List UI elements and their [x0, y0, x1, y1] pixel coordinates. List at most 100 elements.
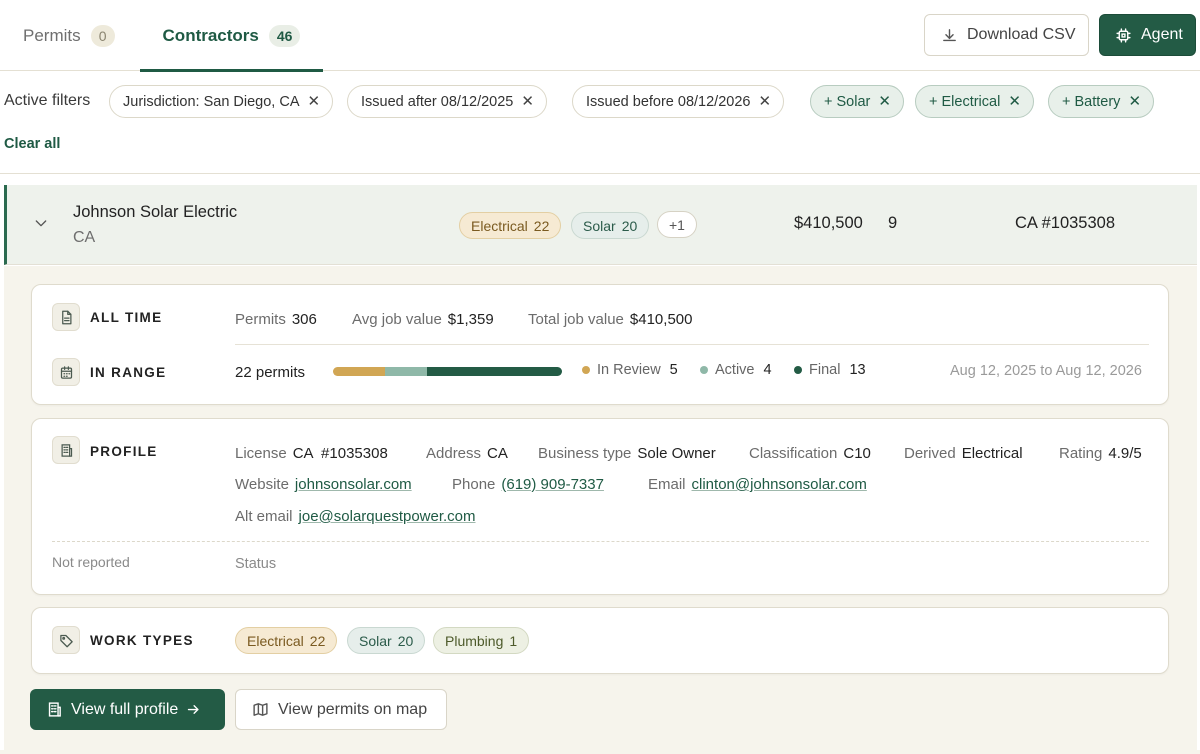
kv-label: Total job value — [528, 311, 624, 328]
kv-label: Permits — [235, 311, 286, 328]
close-icon[interactable]: ✕ — [1128, 94, 1141, 109]
status-dot-icon — [700, 366, 708, 374]
in-range-summary: 22 permits — [235, 364, 305, 381]
legend-label: Active — [715, 362, 755, 378]
top-tab-bar: Permits 0 Contractors 46 Download CSV Ag… — [0, 0, 1200, 72]
document-icon — [52, 303, 80, 331]
tab-contractors[interactable]: Contractors 46 — [140, 0, 323, 72]
arrow-right-icon — [188, 705, 199, 714]
profile-alt-email: Alt email joe@solarquestpower.com — [235, 508, 476, 525]
contractor-state: CA — [73, 229, 96, 246]
chevron-down-icon[interactable] — [33, 215, 49, 231]
tab-permits[interactable]: Permits 0 — [23, 0, 115, 71]
in-range-title: IN RANGE — [90, 365, 167, 380]
profile-derived: Derived Electrical — [904, 445, 1023, 462]
download-csv-button[interactable]: Download CSV — [924, 14, 1089, 56]
kv-value: $410,500 — [629, 311, 693, 328]
clear-all-link[interactable]: Clear all — [4, 136, 60, 152]
close-icon[interactable]: ✕ — [521, 94, 534, 109]
filter-chip-jurisdiction[interactable]: Jurisdiction: San Diego, CA ✕ — [109, 85, 334, 118]
chip-icon — [1116, 27, 1131, 43]
view-permits-on-map-label: View permits on map — [278, 700, 428, 718]
kv-label: License — [235, 445, 287, 462]
filter-chip-label: + Battery — [1062, 93, 1121, 110]
building-icon — [48, 702, 61, 717]
stats-card: ALL TIME Permits 306 Avg job value $1,359 … — [31, 284, 1169, 405]
filter-chip-electrical[interactable]: + Electrical ✕ — [915, 85, 1034, 118]
profile-email: Email clinton@johnsonsolar.com — [648, 476, 867, 493]
filter-chip-issued-after[interactable]: Issued after 08/12/2025 ✕ — [347, 85, 547, 118]
close-icon[interactable]: ✕ — [758, 94, 771, 109]
kv-value: Sole Owner — [637, 445, 716, 462]
status-bar-segment-final — [426, 367, 562, 376]
divider — [235, 344, 1149, 345]
alt-email-link[interactable]: joe@solarquestpower.com — [299, 508, 476, 525]
contractor-name: Johnson Solar Electric — [73, 203, 238, 221]
kv-value: CA — [487, 445, 508, 462]
phone-link[interactable]: (619) 909-7337 — [501, 476, 604, 493]
filter-chip-label: + Solar — [824, 93, 871, 110]
kv-value: C10 — [843, 445, 871, 462]
close-icon[interactable]: ✕ — [1008, 94, 1021, 109]
profile-rating: Rating 4.9/5 — [1059, 445, 1142, 462]
legend-in-review: In Review 5 — [582, 362, 678, 378]
kv-label: Email — [648, 476, 686, 493]
legend-active: Active 4 — [700, 362, 772, 378]
profile-title: PROFILE — [90, 444, 158, 459]
tag-label: Electrical — [247, 632, 304, 649]
tag-label: Solar — [359, 632, 392, 649]
kv-label: Address — [426, 445, 482, 462]
filter-chip-label: Jurisdiction: San Diego, CA — [123, 93, 300, 110]
tab-contractors-count: 46 — [268, 24, 301, 47]
more-tags-badge[interactable]: +1 — [657, 211, 697, 238]
tag-count: 22 — [533, 217, 550, 234]
legend-count: 13 — [849, 362, 866, 378]
kv-label: Avg job value — [352, 311, 442, 328]
view-full-profile-button[interactable]: View full profile — [30, 689, 225, 730]
view-permits-on-map-button[interactable]: View permits on map — [235, 689, 447, 730]
work-type-tag-electrical: Electrical 22 — [459, 212, 562, 239]
tag-label: Electrical — [471, 217, 528, 234]
email-link[interactable]: clinton@johnsonsolar.com — [692, 476, 867, 493]
status-label: Status — [235, 556, 277, 572]
tag-count: 20 — [621, 217, 638, 234]
kv-label: Business type — [538, 445, 632, 462]
website-link[interactable]: johnsonsolar.com — [295, 476, 412, 493]
contractor-row[interactable]: Johnson Solar Electric CA Electrical 22 … — [4, 185, 1197, 265]
filter-chip-label: + Electrical — [929, 93, 1001, 110]
close-icon[interactable]: ✕ — [308, 94, 321, 109]
work-type-tag-plumbing: Plumbing 1 — [433, 627, 530, 654]
status-dot-icon — [794, 366, 802, 374]
divider — [52, 541, 1149, 542]
active-filters-label: Active filters — [4, 92, 91, 109]
tag-count: 1 — [509, 632, 518, 649]
work-type-tag-electrical: Electrical 22 — [235, 627, 338, 654]
contractor-count: 9 — [888, 214, 898, 232]
filter-chip-issued-before[interactable]: Issued before 08/12/2026 ✕ — [572, 85, 785, 118]
legend-count: 4 — [763, 362, 772, 378]
tab-permits-label: Permits — [23, 25, 81, 45]
building-icon — [52, 436, 80, 464]
filter-chip-solar[interactable]: + Solar ✕ — [810, 85, 904, 118]
map-icon — [253, 703, 268, 716]
kv-label: Rating — [1059, 445, 1103, 462]
profile-phone: Phone (619) 909-7337 — [452, 476, 604, 493]
agent-button[interactable]: Agent — [1099, 14, 1196, 56]
status-dot-icon — [582, 366, 590, 374]
not-reported-text: Not reported — [52, 554, 130, 570]
tag-count: 20 — [397, 632, 414, 649]
work-type-tag-solar: Solar 20 — [571, 212, 650, 239]
view-full-profile-label: View full profile — [71, 700, 179, 718]
legend-count: 5 — [669, 362, 678, 378]
agent-label: Agent — [1141, 26, 1183, 43]
tag-label: Solar — [583, 217, 616, 234]
tag-count: 22 — [309, 632, 326, 649]
filter-chip-battery[interactable]: + Battery ✕ — [1048, 85, 1155, 118]
all-time-permits: Permits 306 — [235, 311, 317, 328]
contractor-total-value: $410,500 — [794, 214, 863, 232]
close-icon[interactable]: ✕ — [878, 94, 891, 109]
tab-contractors-label: Contractors — [162, 25, 259, 45]
profile-business-type: Business type Sole Owner — [538, 445, 716, 462]
tab-permits-count: 0 — [90, 24, 115, 47]
all-time-title: ALL TIME — [90, 310, 163, 325]
